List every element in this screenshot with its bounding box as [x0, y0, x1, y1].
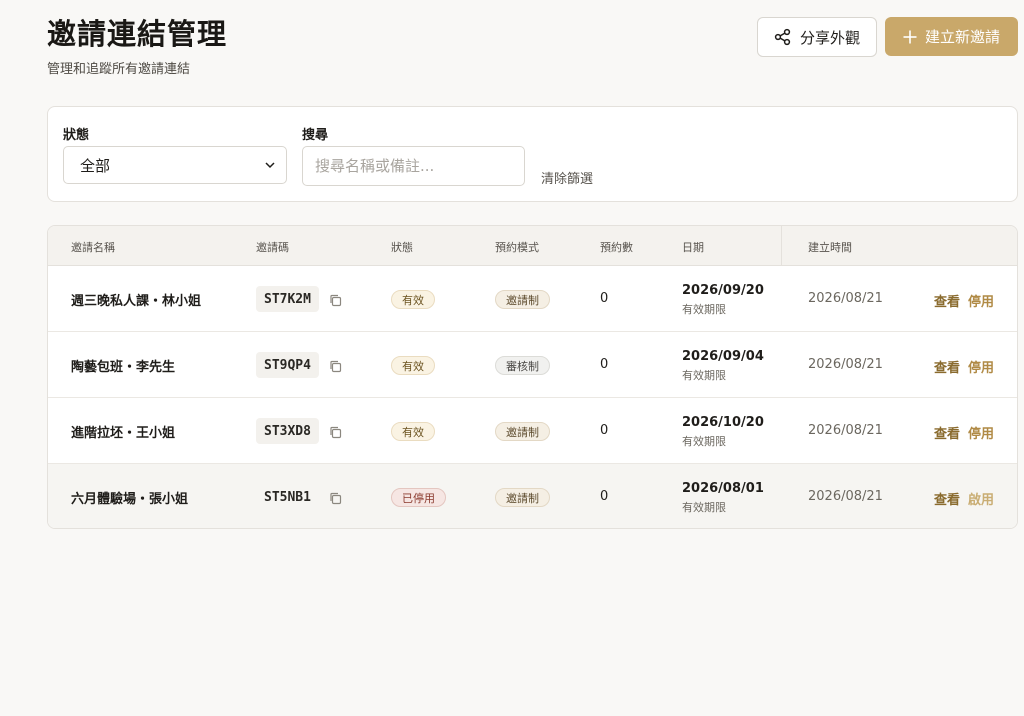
copy-icon[interactable] [329, 424, 342, 443]
invite-code: ST7K2M [256, 286, 319, 312]
disable-button[interactable]: 停用 [968, 357, 994, 376]
col-header-count: 預約數 [600, 241, 633, 254]
created-date: 2026/08/21 [808, 423, 883, 438]
enable-button[interactable]: 啟用 [968, 489, 994, 508]
mode-badge: 邀請制 [495, 290, 550, 309]
booking-count: 0 [600, 489, 609, 504]
search-filter-label: 搜尋 [302, 128, 329, 143]
expiry-date: 2026/09/20 [682, 283, 764, 298]
created-date: 2026/08/21 [808, 291, 883, 306]
booking-count: 0 [600, 423, 609, 438]
status-filter-label: 狀態 [63, 128, 90, 143]
status-badge: 有效 [391, 290, 435, 309]
page-title: 邀請連結管理 [47, 17, 228, 51]
table-row: 六月體驗場・張小姐 ST5NB1 已停用 邀請制 0 2026/08/01 有效… [48, 464, 1017, 528]
expiry-note: 有效期限 [682, 501, 726, 514]
invite-name: 六月體驗場・張小姐 [71, 492, 189, 507]
col-header-status: 狀態 [391, 241, 413, 254]
invite-name: 週三晚私人課・林小姐 [71, 294, 202, 309]
page-header: 邀請連結管理 管理和追蹤所有邀請連結 [47, 14, 227, 77]
disable-button[interactable]: 停用 [968, 423, 994, 442]
booking-count: 0 [600, 357, 609, 372]
create-invite-button[interactable]: 建立新邀請 [885, 17, 1018, 56]
expiry-date: 2026/08/01 [682, 481, 764, 496]
plus-icon [903, 30, 917, 43]
create-invite-label: 建立新邀請 [924, 28, 1000, 46]
clear-filters-button[interactable]: 清除篩選 [541, 168, 593, 187]
invite-name: 陶藝包班・李先生 [71, 360, 176, 375]
invite-table: 邀請名稱 邀請碼 狀態 預約模式 預約數 日期 建立時間 週三晚私人課・林小姐 … [47, 225, 1018, 529]
expiry-note: 有效期限 [682, 369, 726, 382]
share-appearance-button[interactable]: 分享外觀 [757, 17, 877, 57]
table-row: 週三晚私人課・林小姐 ST7K2M 有效 邀請制 0 2026/09/20 有效… [48, 266, 1017, 332]
mode-badge: 邀請制 [495, 422, 550, 441]
expiry-note: 有效期限 [682, 435, 726, 448]
created-date: 2026/08/21 [808, 489, 883, 504]
expiry-date: 2026/09/04 [682, 349, 764, 364]
disable-button[interactable]: 停用 [968, 291, 994, 310]
mode-badge: 審核制 [495, 356, 550, 375]
table-row: 陶藝包班・李先生 ST9QP4 有效 審核制 0 2026/09/04 有效期限… [48, 332, 1017, 398]
invite-code: ST3XD8 [256, 418, 319, 444]
col-header-mode: 預約模式 [495, 241, 539, 254]
view-button[interactable]: 查看 [934, 291, 960, 310]
col-header-code: 邀請碼 [256, 241, 289, 254]
invite-name: 進階拉坯・王小姐 [71, 426, 176, 441]
search-input[interactable] [302, 146, 525, 186]
table-row: 進階拉坯・王小姐 ST3XD8 有效 邀請制 0 2026/10/20 有效期限… [48, 398, 1017, 464]
col-header-created: 建立時間 [808, 241, 852, 254]
status-badge: 有效 [391, 422, 435, 441]
copy-icon[interactable] [329, 490, 342, 509]
status-badge: 已停用 [391, 488, 446, 507]
expiry-note: 有效期限 [682, 303, 726, 316]
copy-icon[interactable] [329, 358, 342, 377]
col-header-name: 邀請名稱 [71, 241, 115, 254]
page-subtitle: 管理和追蹤所有邀請連結 [47, 62, 191, 77]
mode-badge: 邀請制 [495, 488, 550, 507]
filter-panel: 狀態 全部 搜尋 清除篩選 [47, 106, 1018, 202]
expiry-date: 2026/10/20 [682, 415, 764, 430]
chevron-down-icon [265, 162, 275, 169]
invite-code: ST5NB1 [264, 489, 311, 505]
share-appearance-label: 分享外觀 [799, 28, 860, 47]
table-header: 邀請名稱 邀請碼 狀態 預約模式 預約數 日期 建立時間 [48, 226, 1017, 266]
share-icon [774, 28, 791, 46]
header-divider [781, 226, 782, 266]
invite-code: ST9QP4 [256, 352, 319, 378]
view-button[interactable]: 查看 [934, 489, 960, 508]
status-badge: 有效 [391, 356, 435, 375]
view-button[interactable]: 查看 [934, 423, 960, 442]
booking-count: 0 [600, 291, 609, 306]
view-button[interactable]: 查看 [934, 357, 960, 376]
copy-icon[interactable] [329, 292, 342, 311]
status-select-value: 全部 [80, 156, 111, 175]
col-header-date: 日期 [682, 241, 704, 254]
created-date: 2026/08/21 [808, 357, 883, 372]
status-select[interactable]: 全部 [63, 146, 287, 184]
